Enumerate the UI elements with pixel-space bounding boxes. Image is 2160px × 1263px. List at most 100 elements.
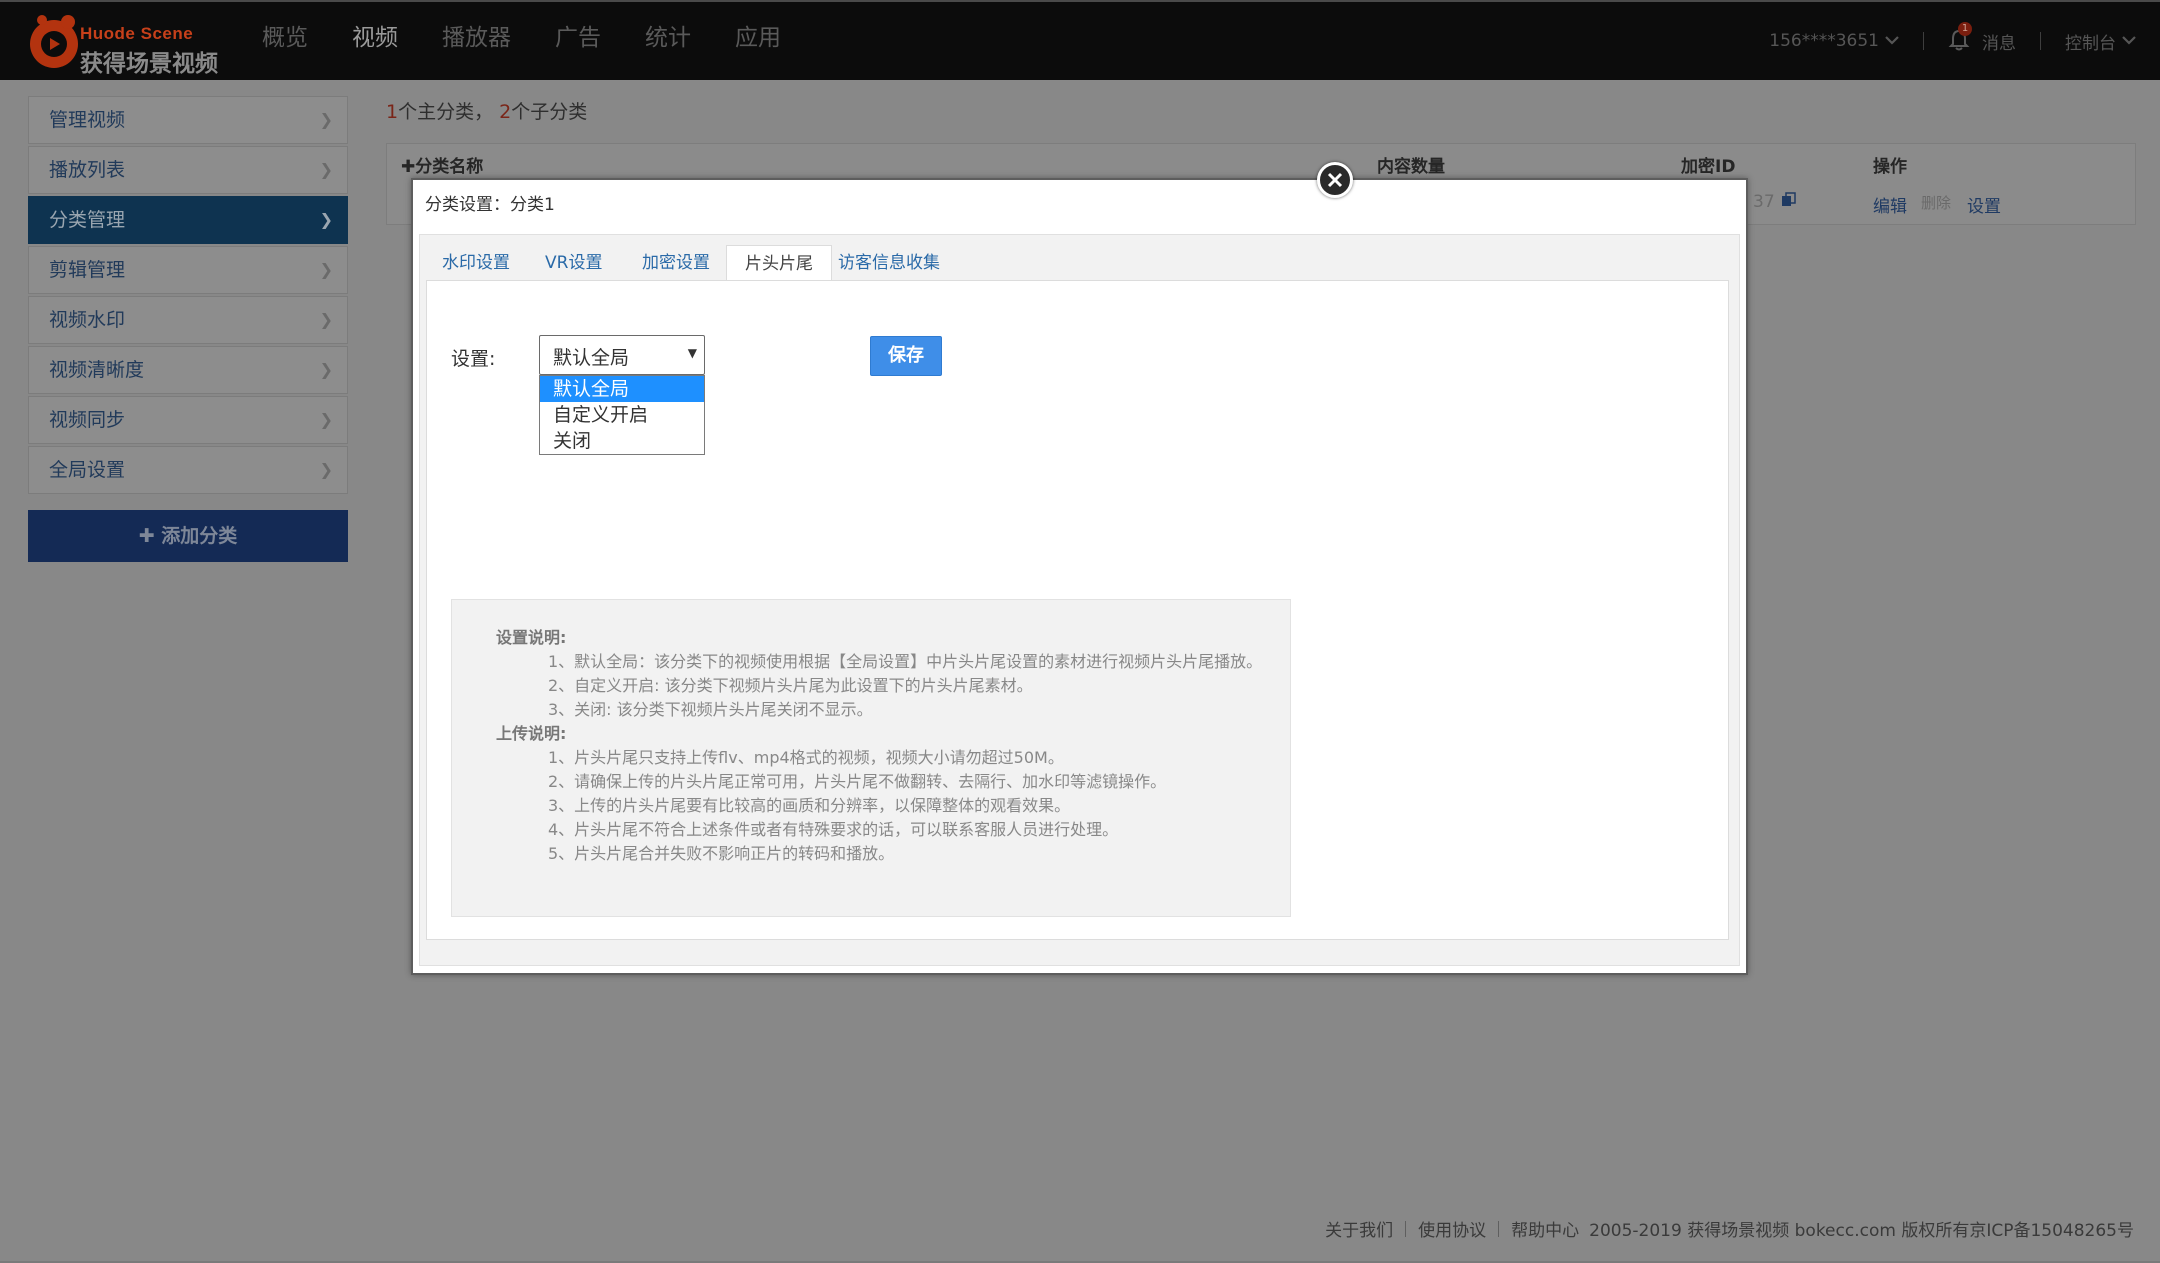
nav-video[interactable]: 视频 (330, 2, 420, 80)
brand-logo[interactable]: Huode Scene 获得场景视频 (26, 10, 218, 77)
messages-link[interactable]: 1 消息 (1948, 22, 2016, 54)
option-custom-enable[interactable]: 自定义开启 (540, 402, 704, 428)
nav-player[interactable]: 播放器 (420, 2, 533, 80)
sidebar-item-video-sync[interactable]: 视频同步 ❯ (28, 396, 348, 444)
sidebar-item-playlists[interactable]: 播放列表 ❯ (28, 146, 348, 194)
tab-encryption[interactable]: 加密设置 (630, 245, 722, 281)
user-area: 156****3651 1 消息 控制台 (1769, 2, 2136, 80)
plus-icon: ✚ (138, 525, 162, 547)
account-menu[interactable]: 156****3651 (1769, 31, 1899, 51)
save-button[interactable]: 保存 (870, 336, 942, 376)
column-header-ops: 操作 (1873, 157, 1907, 177)
option-default-global[interactable]: 默认全局 (540, 376, 704, 402)
sidebar-item-label: 视频清晰度 (49, 359, 145, 381)
close-icon[interactable] (1317, 162, 1353, 198)
chevron-right-icon: ❯ (319, 410, 333, 429)
notification-badge: 1 (1958, 22, 1972, 36)
top-navigation-bar: Huode Scene 获得场景视频 概览 视频 播放器 广告 统计 应用 15… (0, 0, 2160, 80)
tab-intro-outro[interactable]: 片头片尾 (726, 245, 832, 281)
setting-select[interactable]: 默认全局 ▼ (539, 335, 705, 375)
upload-note: 4、片头片尾不符合上述条件或者有特殊要求的话，可以联系客服人员进行处理。 (548, 820, 1119, 839)
sidebar-item-label: 全局设置 (49, 459, 126, 481)
settings-note: 3、关闭: 该分类下视频片头片尾关闭不显示。 (548, 700, 873, 719)
divider (1498, 1220, 1500, 1237)
sidebar-item-label: 视频同步 (49, 409, 126, 431)
account-name: 156****3651 (1769, 31, 1879, 51)
settings-tabs: 水印设置 VR设置 加密设置 片头片尾 访客信息收集 (426, 235, 1729, 281)
upload-notes-title: 上传说明: (496, 724, 567, 743)
sidebar-item-video-resolution[interactable]: 视频清晰度 ❯ (28, 346, 348, 394)
category-settings-dialog: 分类设置：分类1 水印设置 VR设置 加密设置 片头片尾 访客信息收集 设置: … (411, 178, 1748, 975)
nav-apps[interactable]: 应用 (713, 2, 803, 80)
delete-link[interactable]: 删除 (1921, 192, 1951, 213)
help-link[interactable]: 帮助中心 (1511, 1216, 1579, 1241)
upload-note: 1、片头片尾只支持上传flv、mp4格式的视频，视频大小请勿超过50M。 (548, 748, 1064, 767)
sidebar-item-category-management[interactable]: 分类管理 ❯ (28, 196, 348, 244)
divider (1923, 32, 1924, 50)
option-off[interactable]: 关闭 (540, 428, 704, 454)
nav-overview[interactable]: 概览 (240, 2, 330, 80)
upload-note: 3、上传的片头片尾要有比较高的画质和分辨率，以保障整体的观看效果。 (548, 796, 1071, 815)
upload-note: 5、片头片尾合并失败不影响正片的转码和播放。 (548, 844, 895, 863)
terms-link[interactable]: 使用协议 (1418, 1216, 1486, 1241)
console-label: 控制台 (2065, 33, 2116, 54)
setting-dropdown: 默认全局 自定义开启 关闭 (539, 375, 705, 455)
column-header-name: ✚分类名称 (401, 157, 484, 177)
category-summary: 1个主分类， 2个子分类 (386, 101, 588, 123)
settings-notes-title: 设置说明: (496, 628, 567, 647)
copy-icon[interactable] (1781, 192, 1797, 213)
brand-name-en: Huode Scene (80, 24, 194, 43)
select-value: 默认全局 (553, 347, 630, 369)
bell-icon: 1 (1948, 22, 1972, 54)
sidebar-item-label: 分类管理 (49, 209, 126, 231)
instructions-box: 设置说明: 1、默认全局：该分类下的视频使用根据【全局设置】中片头片尾设置的素材… (451, 599, 1291, 917)
column-header-id: 加密ID (1681, 157, 1736, 177)
divider (1405, 1220, 1407, 1237)
settings-note: 2、自定义开启: 该分类下视频片头片尾为此设置下的片头片尾素材。 (548, 676, 1033, 695)
sidebar-item-label: 管理视频 (49, 109, 126, 131)
chevron-right-icon: ❯ (319, 260, 333, 279)
messages-label: 消息 (1982, 33, 2016, 54)
tab-vr[interactable]: VR设置 (533, 245, 614, 281)
tab-visitor-info[interactable]: 访客信息收集 (826, 245, 952, 281)
console-menu[interactable]: 控制台 (2065, 29, 2136, 54)
sidebar: 管理视频 ❯ 播放列表 ❯ 分类管理 ❯ 剪辑管理 ❯ 视频水印 ❯ 视频清晰度… (28, 96, 348, 562)
add-category-button[interactable]: ✚ 添加分类 (28, 510, 348, 562)
sidebar-item-label: 播放列表 (49, 159, 126, 181)
settings-link[interactable]: 设置 (1967, 192, 2001, 217)
dialog-body: 水印设置 VR设置 加密设置 片头片尾 访客信息收集 设置: 默认全局 ▼ 默认… (419, 234, 1740, 966)
sidebar-item-label: 剪辑管理 (49, 259, 126, 281)
footer: 关于我们 使用协议 帮助中心 2005-2019 获得场景视频 bokecc.c… (1325, 1216, 2134, 1241)
chevron-right-icon: ❯ (319, 210, 333, 229)
sidebar-item-global-settings[interactable]: 全局设置 ❯ (28, 446, 348, 494)
intro-outro-panel: 设置: 默认全局 ▼ 默认全局 自定义开启 关闭 保存 设置说明: 1、默认全局… (426, 280, 1729, 940)
chevron-right-icon: ❯ (319, 160, 333, 179)
chevron-down-icon (2122, 33, 2136, 49)
chevron-down-icon (1885, 33, 1899, 49)
settings-note: 1、默认全局：该分类下的视频使用根据【全局设置】中片头片尾设置的素材进行视频片头… (548, 652, 1263, 671)
setting-label: 设置: (451, 348, 496, 370)
nav-stats[interactable]: 统计 (623, 2, 713, 80)
brand-name-cn: 获得场景视频 (80, 51, 218, 77)
sidebar-item-video-watermark[interactable]: 视频水印 ❯ (28, 296, 348, 344)
upload-note: 2、请确保上传的片头片尾正常可用，片头片尾不做翻转、去隔行、加水印等滤镜操作。 (548, 772, 1167, 791)
encrypted-id-cell: 37 (1753, 192, 1775, 212)
copyright-text: 2005-2019 获得场景视频 bokecc.com 版权所有京ICP备150… (1589, 1221, 2134, 1241)
edit-link[interactable]: 编辑 (1873, 192, 1907, 217)
column-header-count: 内容数量 (1377, 157, 1445, 177)
brand-logo-icon (30, 15, 78, 68)
nav-ads[interactable]: 广告 (533, 2, 623, 80)
chevron-right-icon: ❯ (319, 110, 333, 129)
chevron-right-icon: ❯ (319, 460, 333, 479)
tab-watermark[interactable]: 水印设置 (430, 245, 522, 281)
sidebar-item-manage-videos[interactable]: 管理视频 ❯ (28, 96, 348, 144)
about-link[interactable]: 关于我们 (1325, 1216, 1393, 1241)
chevron-right-icon: ❯ (319, 360, 333, 379)
chevron-right-icon: ❯ (319, 310, 333, 329)
divider (2040, 32, 2041, 50)
main-nav: 概览 视频 播放器 广告 统计 应用 (240, 2, 803, 80)
caret-down-icon: ▼ (687, 346, 697, 360)
sidebar-item-label: 视频水印 (49, 309, 126, 331)
sidebar-item-clip-management[interactable]: 剪辑管理 ❯ (28, 246, 348, 294)
dialog-title: 分类设置：分类1 (425, 195, 555, 215)
